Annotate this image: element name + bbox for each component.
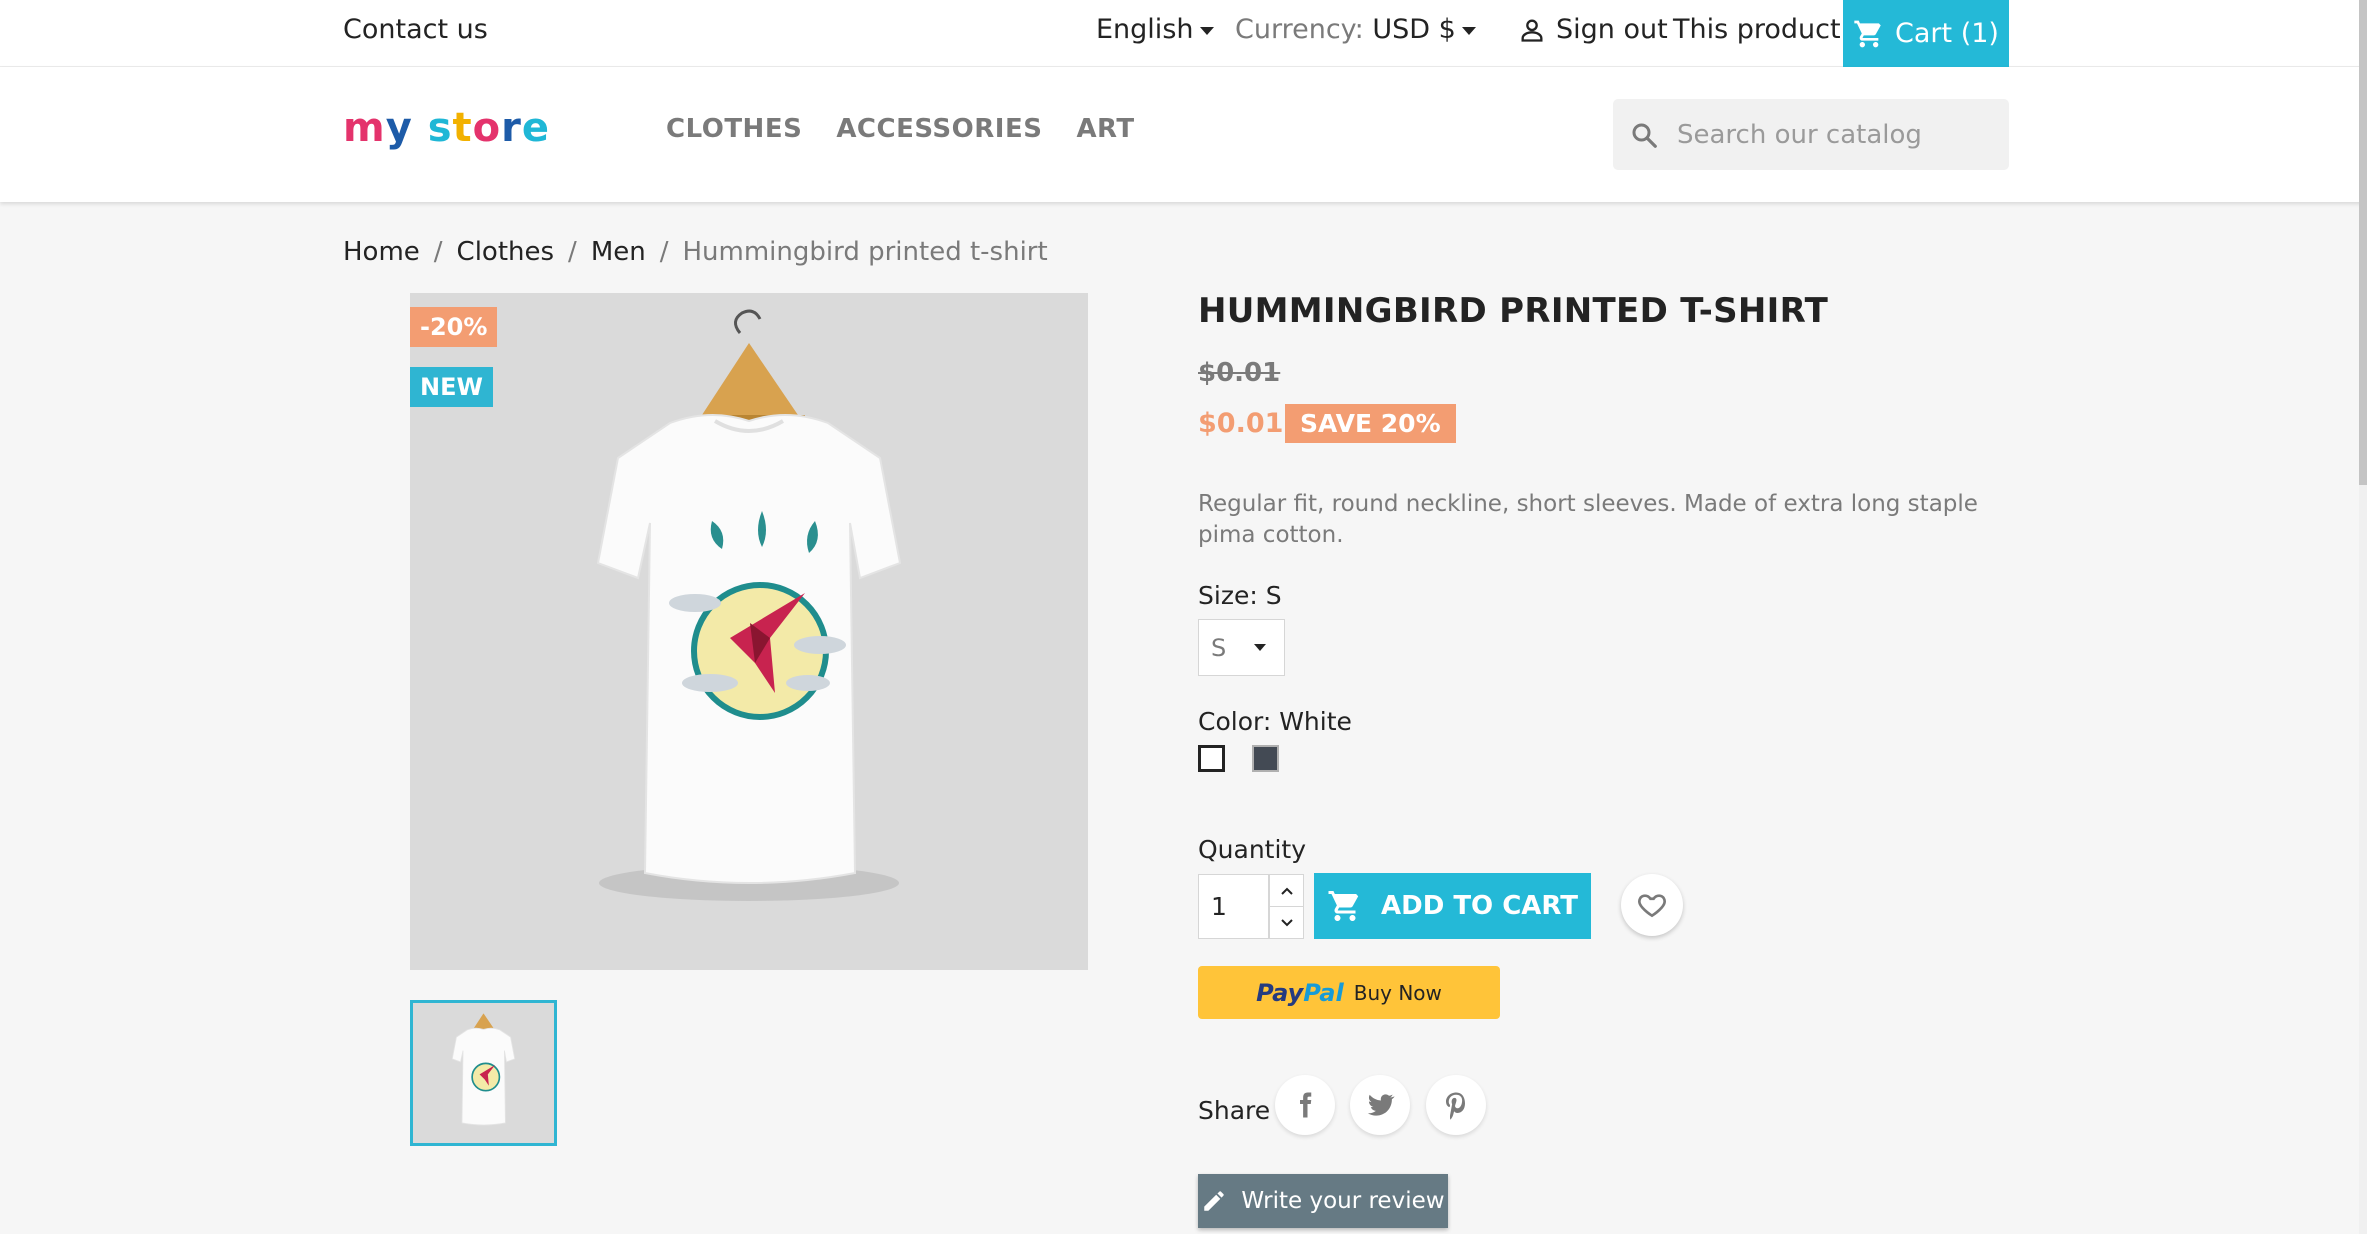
- header: my store CLOTHES ACCESSORIES ART: [0, 67, 2367, 202]
- new-flag: NEW: [410, 367, 493, 407]
- page-scrollbar[interactable]: [2359, 0, 2367, 1234]
- current-price: $0.01: [1198, 408, 1284, 439]
- add-to-cart-button[interactable]: ADD TO CART: [1314, 873, 1591, 939]
- chevron-up-icon: [1280, 887, 1293, 895]
- main-nav: CLOTHES ACCESSORIES ART: [666, 114, 1135, 144]
- quantity-label: Quantity: [1198, 835, 1307, 864]
- this-product-link[interactable]: This product: [1673, 14, 1841, 45]
- share-twitter-button[interactable]: [1350, 1075, 1410, 1135]
- breadcrumb-clothes[interactable]: Clothes: [457, 237, 555, 267]
- breadcrumb-separator: /: [659, 237, 669, 267]
- search-input[interactable]: [1677, 119, 1997, 150]
- user-icon: [1521, 19, 1543, 42]
- color-swatch-white[interactable]: [1198, 745, 1225, 772]
- write-review-button[interactable]: Write your review: [1198, 1174, 1448, 1228]
- search-box: [1613, 99, 2009, 170]
- paypal-logo-pay: Pay: [1256, 978, 1304, 1007]
- quantity-increment-button[interactable]: [1270, 875, 1303, 907]
- nav-item-clothes[interactable]: CLOTHES: [666, 114, 802, 144]
- chevron-down-icon: [1199, 26, 1214, 35]
- cart-label: Cart (1): [1895, 18, 1999, 49]
- logo-letter: y: [385, 105, 413, 151]
- logo-letter: s: [427, 105, 453, 151]
- breadcrumb-separator: /: [568, 237, 577, 267]
- search-icon[interactable]: [1629, 120, 1659, 150]
- quantity-decrement-button[interactable]: [1270, 907, 1303, 939]
- top-bar: Contact us English Currency: USD $ Sign …: [0, 0, 2367, 67]
- pinterest-icon: [1446, 1092, 1465, 1120]
- twitter-icon: [1367, 1094, 1395, 1116]
- scrollbar-thumb[interactable]: [2359, 0, 2367, 485]
- add-to-cart-label: ADD TO CART: [1380, 891, 1579, 921]
- contact-us-link[interactable]: Contact us: [343, 14, 488, 45]
- language-selector[interactable]: English: [1096, 14, 1214, 45]
- size-label: Size: S: [1198, 581, 1282, 610]
- sign-out-label: Sign out: [1556, 14, 1668, 45]
- logo-letter: t: [452, 105, 473, 151]
- nav-item-accessories[interactable]: ACCESSORIES: [836, 114, 1042, 144]
- quantity-stepper: [1269, 874, 1304, 939]
- add-to-wishlist-button[interactable]: [1621, 874, 1683, 936]
- paypal-logo: PayPal: [1256, 979, 1344, 1007]
- breadcrumb: Home / Clothes / Men / Hummingbird print…: [343, 237, 1048, 267]
- currency-selector[interactable]: Currency: USD $: [1235, 14, 1476, 45]
- discount-flag: -20%: [410, 307, 498, 347]
- logo-letter: m: [343, 105, 386, 151]
- tshirt-image: [596, 309, 902, 901]
- breadcrumb-separator: /: [433, 237, 443, 267]
- logo-letter: [413, 105, 428, 151]
- paypal-logo-pal: Pal: [1303, 978, 1344, 1007]
- write-review-label: Write your review: [1241, 1188, 1445, 1214]
- logo-letter: o: [472, 105, 502, 151]
- size-select-value: S: [1211, 633, 1227, 662]
- language-label: English: [1096, 14, 1194, 45]
- breadcrumb-home[interactable]: Home: [343, 237, 420, 267]
- chevron-down-icon: [1280, 919, 1293, 927]
- product-thumbnail[interactable]: [410, 1000, 557, 1146]
- chevron-down-icon: [1461, 26, 1476, 35]
- pencil-icon: [1204, 1191, 1225, 1211]
- share-facebook-button[interactable]: [1275, 1075, 1335, 1135]
- facebook-icon: [1300, 1092, 1312, 1118]
- currency-label: Currency:: [1235, 14, 1364, 45]
- cart-button[interactable]: Cart (1): [1843, 0, 2009, 67]
- logo-letter: r: [501, 105, 522, 151]
- discount-badge: SAVE 20%: [1285, 404, 1456, 443]
- tshirt-thumbnail-image: [451, 1013, 516, 1126]
- product-title: HUMMINGBIRD PRINTED T-SHIRT: [1198, 291, 1829, 331]
- color-label: Color: White: [1198, 707, 1352, 736]
- product-cover-image[interactable]: -20% NEW: [410, 293, 1088, 970]
- nav-item-art[interactable]: ART: [1076, 114, 1134, 144]
- paypal-buy-now-button[interactable]: PayPal Buy Now: [1198, 966, 1500, 1019]
- cart-icon: [1854, 20, 1881, 47]
- share-label: Share: [1198, 1096, 1271, 1125]
- currency-value: USD $: [1372, 14, 1456, 45]
- product-description: Regular fit, round neckline, short sleev…: [1198, 491, 1978, 548]
- size-select[interactable]: S: [1198, 619, 1285, 676]
- heart-icon: [1638, 894, 1666, 918]
- sign-out-link[interactable]: Sign out: [1518, 14, 1668, 45]
- paypal-buy-now-label: Buy Now: [1353, 980, 1442, 1005]
- chevron-down-icon: [1254, 644, 1267, 651]
- logo-letter: e: [521, 105, 550, 151]
- share-pinterest-button[interactable]: [1426, 1075, 1486, 1135]
- quantity-input[interactable]: 1: [1198, 874, 1269, 939]
- cart-icon: [1328, 891, 1359, 921]
- regular-price: $0.01: [1198, 358, 1281, 388]
- color-swatch-dark[interactable]: [1252, 745, 1279, 772]
- breadcrumb-current: Hummingbird printed t-shirt: [682, 237, 1048, 267]
- breadcrumb-men[interactable]: Men: [591, 237, 646, 267]
- store-logo[interactable]: my store: [343, 105, 550, 151]
